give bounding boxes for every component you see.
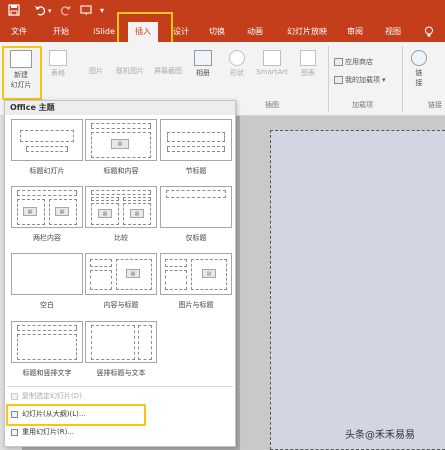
smartart-button[interactable]: SmartArt [252,50,292,76]
table-button[interactable]: 表格 [44,50,72,78]
table-label: 表格 [51,69,65,77]
lightbulb-icon[interactable] [418,22,440,42]
slide-canvas[interactable] [270,130,445,450]
layout-title-slide[interactable]: 标题幻灯片 [11,119,83,179]
my-addins-label: 我的加载项 [345,76,380,84]
images-button[interactable]: 图片 [82,66,110,76]
layout-comparison[interactable]: ▦ ▦ 比较 [85,186,157,246]
smartart-icon [263,50,281,66]
duplicate-icon [11,393,18,400]
redo-icon[interactable] [60,4,72,18]
layout-thumbnail: ▦ [85,253,157,295]
layout-name: 标题和内容 [103,167,139,175]
my-addins-button[interactable]: 我的加载项 ▾ [334,74,386,86]
layout-thumbnail [160,119,232,161]
gallery-header: Office 主题 [5,101,235,115]
link-button[interactable]: 链 接 [408,50,430,88]
images-label: 图片 [89,67,103,75]
screenshot-label: 屏幕截图 [154,67,182,75]
save-icon[interactable] [8,4,20,18]
tab-view[interactable]: 视图 [380,22,406,42]
links-group-label: 链接 [428,101,442,109]
title-bar: ▾ ▾ [0,0,445,22]
layout-thumbnail [11,321,83,363]
layout-thumbnail: ▦ [85,119,157,161]
addins-group-label: 加载项 [352,101,373,109]
link-label-2: 接 [415,79,423,87]
menu-item-label: 复制选定幻灯片(D) [22,392,82,400]
new-slide-gallery: Office 主题 标题幻灯片 ▦ 标题和内容 节标题 ▦ ▦ 两栏内容 ▦ ▦… [4,100,236,447]
layout-name: 比较 [114,234,128,242]
reuse-slides-menu-item[interactable]: 重用幻灯片(R)... [8,426,232,439]
illustrations-group-label: 插图 [265,101,279,109]
addins-icon [334,76,343,84]
ribbon-tabs: 文件 开始 iSlide 插入 设计 切换 动画 幻灯片放映 审阅 视图 [0,22,445,42]
layout-thumbnail: ▦ ▦ [85,186,157,228]
online-pictures-button[interactable]: 联机图片 [110,66,150,76]
duplicate-slides-menu-item[interactable]: 复制选定幻灯片(D) [8,390,232,403]
tab-transitions[interactable]: 切换 [204,22,230,42]
chart-icon [300,50,316,66]
tab-slideshow[interactable]: 幻灯片放映 [282,22,332,42]
layout-name: 标题幻灯片 [29,167,65,175]
layout-vertical-title-text[interactable]: 竖排标题与文本 [85,321,157,381]
layout-name: 竖排标题与文本 [96,369,146,377]
layout-name: 空白 [40,301,54,309]
layout-thumbnail [85,321,157,363]
layout-thumbnail [11,119,83,161]
group-separator [402,46,403,112]
layout-name: 两栏内容 [33,234,61,242]
layout-blank[interactable]: 空白 [11,253,83,313]
app-store-label: 应用商店 [345,58,373,66]
chart-button[interactable]: 图表 [296,50,320,78]
album-label: 相册 [196,69,210,77]
new-slide-highlight [2,46,42,100]
tab-file[interactable]: 文件 [6,22,32,42]
layout-name: 节标题 [185,167,207,175]
tab-animations[interactable]: 动画 [242,22,268,42]
layout-name: 标题和竖排文字 [22,369,72,377]
layout-title-vertical-text[interactable]: 标题和竖排文字 [11,321,83,381]
tab-review[interactable]: 审阅 [342,22,368,42]
shapes-label: 形状 [230,69,244,77]
table-icon [49,50,67,66]
watermark: 头条@禾禾易易 [345,430,415,441]
app-store-button[interactable]: 应用商店 [334,56,373,68]
screenshot-button[interactable]: 屏幕截图 [148,66,188,76]
layout-picture-caption[interactable]: ▨ 图片与标题 [160,253,232,313]
present-icon[interactable] [80,4,92,18]
outline-item-highlight [6,404,146,426]
layout-thumbnail: ▨ [160,253,232,295]
layout-section-header[interactable]: 节标题 [160,119,232,179]
album-icon [194,50,212,66]
online-pictures-label: 联机图片 [116,67,144,75]
album-button[interactable]: 相册 [190,50,216,78]
undo-icon[interactable] [34,4,46,18]
layout-title-content[interactable]: ▦ 标题和内容 [85,119,157,179]
layout-name: 内容与标题 [103,301,139,309]
tab-home[interactable]: 开始 [48,22,74,42]
layout-thumbnail [11,253,83,295]
undo-dropdown-icon[interactable]: ▾ [48,4,52,18]
shapes-button[interactable]: 形状 [224,50,250,78]
layout-name: 图片与标题 [178,301,214,309]
layout-title-only[interactable]: 仅标题 [160,186,232,246]
layout-name: 仅标题 [185,234,207,242]
menu-divider [7,386,233,387]
store-icon [334,58,343,66]
chart-label: 图表 [301,69,315,77]
tab-islide[interactable]: iSlide [88,22,120,42]
layout-content-caption[interactable]: ▦ 内容与标题 [85,253,157,313]
menu-item-label: 重用幻灯片(R)... [22,428,75,436]
layout-thumbnail [160,186,232,228]
reuse-icon [11,429,18,436]
link-label-1: 链 [415,69,423,77]
smartart-label: SmartArt [256,68,288,76]
customize-icon[interactable]: ▾ [100,4,104,18]
layout-thumbnail: ▦ ▦ [11,186,83,228]
shapes-icon [229,50,245,66]
group-separator [328,46,329,112]
layout-two-content[interactable]: ▦ ▦ 两栏内容 [11,186,83,246]
globe-icon [411,50,427,66]
